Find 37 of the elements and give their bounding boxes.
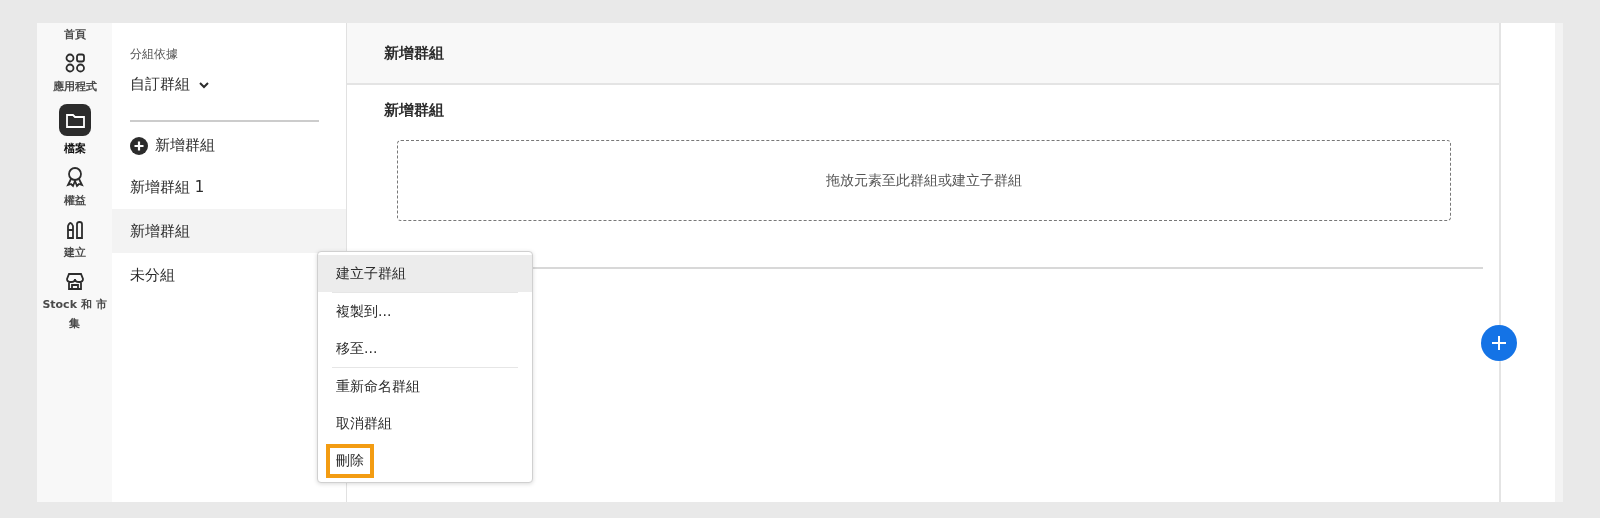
section-title: 新增群組 <box>384 101 445 120</box>
rail-item[interactable]: 檔案 <box>37 104 112 158</box>
menu-item[interactable]: 重新命名群組 <box>318 368 532 405</box>
rail-item[interactable]: 建立 <box>37 218 112 262</box>
rail-item[interactable]: Stock 和 市集 <box>37 270 112 333</box>
rail-label: 應用程式 <box>51 79 98 95</box>
rail-item[interactable]: 首頁 <box>37 25 112 44</box>
group-header: 新增群組 <box>347 23 1499 85</box>
menu-item-label: 移至... <box>335 338 379 358</box>
menu-item[interactable]: 建立子群組 <box>318 255 532 292</box>
plus-circle-icon <box>130 136 148 155</box>
menu-item-label: 複製到... <box>335 301 393 321</box>
folder-icon <box>58 104 91 136</box>
add-group-button[interactable]: 新增群組 <box>130 136 215 155</box>
menu-item-label: 取消群組 <box>335 413 393 433</box>
group-item[interactable]: 新增群組 1 <box>112 165 346 209</box>
menu-item[interactable]: 刪除 <box>318 442 532 479</box>
menu-item[interactable]: 移至... <box>318 330 532 367</box>
drop-zone: 拖放元素至此群組或建立子群組 <box>397 140 1451 221</box>
rail-item[interactable]: 權益 <box>37 166 112 210</box>
rail-label: 檔案 <box>62 141 87 157</box>
menu-item[interactable]: 取消群組 <box>318 405 532 442</box>
plus-icon <box>1492 336 1506 350</box>
menu-item-label: 重新命名群組 <box>335 376 421 396</box>
rail-label: 權益 <box>62 193 87 209</box>
group-by-label: 分組依據 <box>130 46 179 63</box>
group-by-dropdown[interactable]: 自訂群組 <box>130 75 346 94</box>
menu-item-label: 建立子群組 <box>335 263 407 283</box>
rail-item[interactable]: 應用程式 <box>37 52 112 96</box>
storefront-icon <box>63 270 86 292</box>
apps-icon <box>63 52 86 74</box>
add-button[interactable] <box>1481 325 1517 361</box>
menu-item-label: 刪除 <box>326 443 374 478</box>
rail-label: Stock 和 市集 <box>41 297 108 332</box>
group-item[interactable]: 新增群組 <box>112 209 346 253</box>
menu-item[interactable]: 複製到... <box>318 293 532 330</box>
rail-label: 建立 <box>62 245 87 261</box>
